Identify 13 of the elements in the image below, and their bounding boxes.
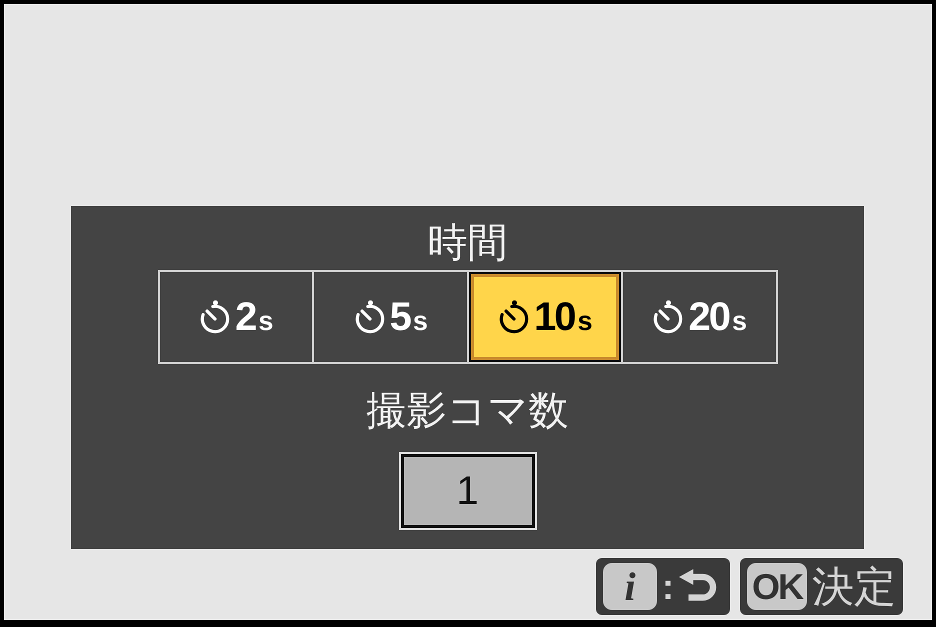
section-title: 時間 xyxy=(428,220,508,267)
key-badge: i xyxy=(603,563,657,610)
stopwatch-icon xyxy=(352,300,387,334)
return-arrow-icon xyxy=(679,569,717,604)
timer-option[interactable]: 10s xyxy=(466,272,621,362)
count-field[interactable]: 1 xyxy=(400,454,534,528)
separator-text: : xyxy=(662,566,674,606)
timer-option[interactable]: 20s xyxy=(621,272,776,362)
key-badge: OK xyxy=(747,563,807,610)
section-title: 撮影コマ数 xyxy=(366,388,568,435)
action-label: 決定 xyxy=(812,562,896,612)
timer-option[interactable]: 2s xyxy=(160,272,312,362)
stopwatch-icon xyxy=(496,300,531,334)
